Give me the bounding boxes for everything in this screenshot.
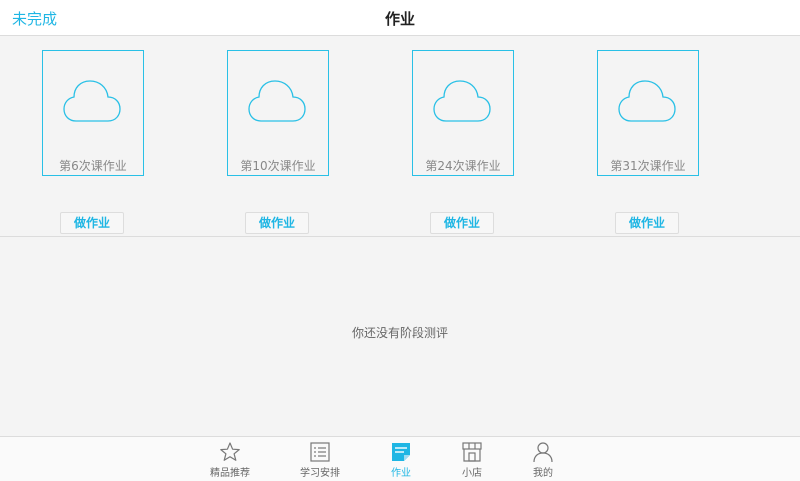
header: 未完成 作业 bbox=[0, 0, 800, 36]
homework-title: 第10次课作业 bbox=[240, 159, 316, 173]
empty-assessment-message: 你还没有阶段测评 bbox=[351, 326, 448, 340]
cloud-icon bbox=[433, 80, 491, 122]
homework-card[interactable]: 第10次课作业 bbox=[227, 50, 329, 176]
page-title: 作业 bbox=[384, 10, 415, 28]
shop-icon bbox=[462, 442, 482, 462]
homework-card[interactable]: 第6次课作业 bbox=[42, 50, 144, 176]
tab-homework[interactable]: 作业 bbox=[371, 441, 431, 479]
tab-label: 精品推荐 bbox=[210, 468, 250, 479]
homework-title: 第24次课作业 bbox=[425, 159, 501, 173]
homework-title: 第31次课作业 bbox=[610, 159, 686, 173]
tab-me[interactable]: 我的 bbox=[513, 441, 573, 479]
do-homework-button[interactable]: 做作业 bbox=[245, 212, 309, 234]
cloud-icon bbox=[248, 80, 306, 122]
list-icon bbox=[310, 442, 330, 462]
tab-featured[interactable]: 精品推荐 bbox=[200, 441, 260, 479]
tab-label: 我的 bbox=[533, 468, 553, 479]
do-homework-button[interactable]: 做作业 bbox=[430, 212, 494, 234]
tab-label: 学习安排 bbox=[300, 468, 340, 479]
tab-schedule[interactable]: 学习安排 bbox=[290, 441, 350, 479]
bottom-tab-bar: 精品推荐 学习安排 作业 小店 我的 bbox=[0, 436, 800, 481]
homework-card[interactable]: 第24次课作业 bbox=[412, 50, 514, 176]
person-icon bbox=[533, 442, 553, 463]
homework-card[interactable]: 第31次课作业 bbox=[597, 50, 699, 176]
tab-label: 作业 bbox=[391, 468, 411, 479]
homework-list: 第6次课作业 做作业 第10次课作业 做作业 第24次课作业 做作业 第31次课… bbox=[0, 36, 800, 237]
homework-title: 第6次课作业 bbox=[59, 159, 127, 173]
cloud-icon bbox=[63, 80, 121, 122]
do-homework-button[interactable]: 做作业 bbox=[615, 212, 679, 234]
do-homework-button[interactable]: 做作业 bbox=[60, 212, 124, 234]
star-icon bbox=[220, 442, 240, 461]
homework-icon bbox=[392, 443, 410, 461]
tab-shop[interactable]: 小店 bbox=[442, 441, 502, 479]
cloud-icon bbox=[618, 80, 676, 122]
tab-label: 小店 bbox=[462, 468, 482, 479]
